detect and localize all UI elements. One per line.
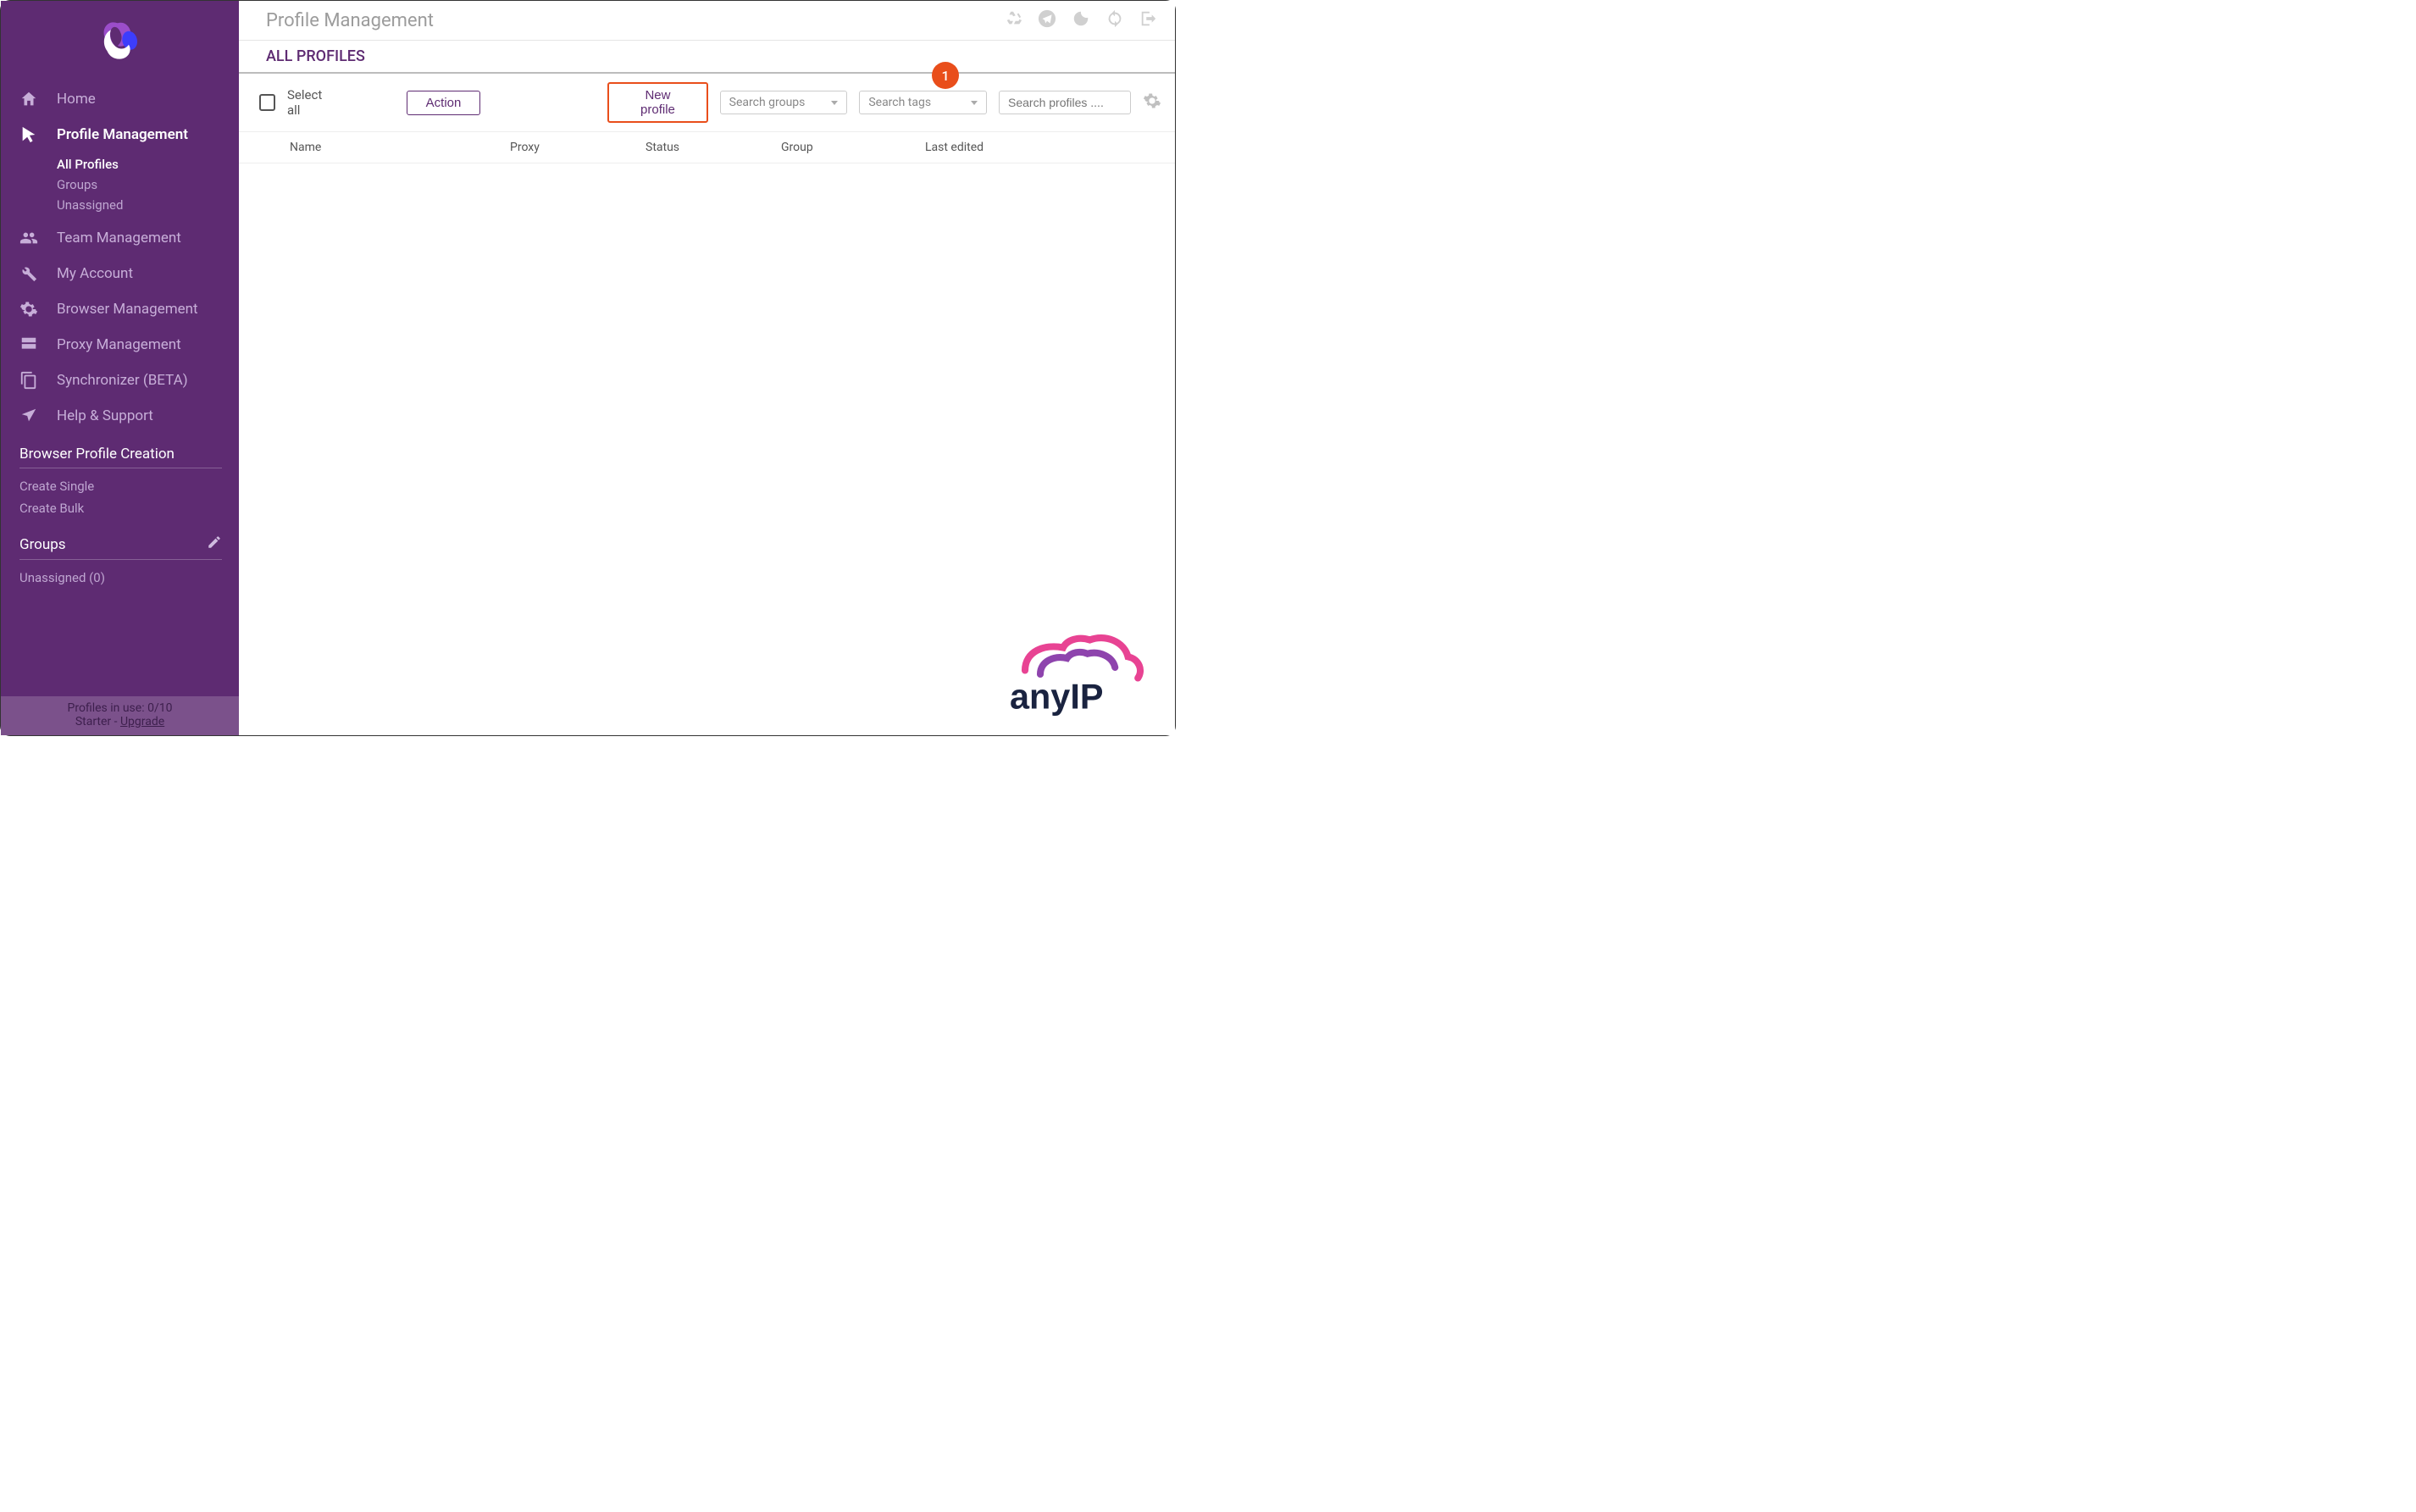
nav-label: Synchronizer (BETA) [57, 372, 188, 389]
logout-icon[interactable] [1139, 9, 1158, 31]
wrench-icon [19, 264, 57, 283]
people-icon [19, 229, 57, 247]
select-all-checkbox[interactable] [259, 94, 275, 111]
nav-label: Team Management [57, 230, 181, 246]
nav-sub-unassigned[interactable]: Unassigned [57, 195, 239, 215]
titlebar: Profile Management [239, 1, 1175, 41]
select-all-label: Select all [287, 87, 335, 118]
nav-synchronizer[interactable]: Synchronizer (BETA) [1, 363, 239, 398]
toolbar: 1 Select all Action New profile Search g… [239, 74, 1175, 131]
nav-label: Help & Support [57, 407, 153, 424]
nav-sub-all-profiles[interactable]: All Profiles [57, 154, 239, 174]
sidebar: Home Profile Management All Profiles Gro… [1, 1, 239, 735]
table-header: Name Proxy Status Group Last edited [239, 131, 1175, 163]
section-title: Groups [19, 534, 222, 560]
nav-help-support[interactable]: Help & Support [1, 398, 239, 434]
nav-label: My Account [57, 265, 133, 282]
search-tags-select[interactable]: Search tags [859, 91, 987, 114]
recycle-icon[interactable] [1004, 9, 1022, 31]
nav-home[interactable]: Home [1, 81, 239, 117]
nav-proxy-management[interactable]: Proxy Management [1, 327, 239, 363]
nav-profile-sub: All Profiles Groups Unassigned [1, 152, 239, 220]
edit-icon[interactable] [207, 534, 222, 554]
new-profile-button[interactable]: New profile [607, 82, 707, 123]
watermark-logo: anyIP [1002, 632, 1155, 720]
nav-profile-management[interactable]: Profile Management [1, 117, 239, 152]
search-groups-select[interactable]: Search groups [720, 91, 848, 114]
nav-my-account[interactable]: My Account [1, 256, 239, 291]
nav-main: Home Profile Management All Profiles Gro… [1, 81, 239, 434]
section-groups: Groups Unassigned (0) [1, 523, 239, 592]
section-title: Browser Profile Creation [19, 446, 222, 468]
group-unassigned[interactable]: Unassigned (0) [19, 567, 222, 589]
nav-label: Profile Management [57, 126, 188, 143]
upgrade-link[interactable]: Upgrade [120, 715, 164, 728]
nav-label: Browser Management [57, 301, 198, 318]
nav-browser-management[interactable]: Browser Management [1, 291, 239, 327]
location-arrow-icon [19, 407, 57, 425]
telegram-icon[interactable] [1038, 9, 1056, 31]
nav-team-management[interactable]: Team Management [1, 220, 239, 256]
app-logo [1, 1, 239, 81]
cursor-icon [19, 125, 57, 144]
gear-icon [19, 300, 57, 318]
select-placeholder: Search tags [868, 96, 931, 109]
svg-text:anyIP: anyIP [1010, 678, 1103, 717]
nav-label: Home [57, 91, 96, 108]
th-status: Status [646, 141, 781, 154]
profiles-in-use-value: 0/10 [147, 701, 172, 715]
copy-icon [19, 371, 57, 390]
refresh-icon[interactable] [1105, 9, 1124, 31]
subheader: ALL PROFILES [239, 41, 1175, 74]
action-button[interactable]: Action [407, 91, 481, 115]
section-profile-creation: Browser Profile Creation Create Single C… [1, 434, 239, 523]
page-title: Profile Management [266, 10, 1004, 31]
moon-icon[interactable] [1072, 9, 1090, 31]
main-content: Profile Management ALL PROFILES 1 Select… [239, 1, 1175, 735]
settings-gear-icon[interactable] [1143, 91, 1161, 114]
th-last-edited: Last edited [925, 141, 1061, 154]
th-group: Group [781, 141, 925, 154]
titlebar-icons [1004, 9, 1158, 31]
profiles-in-use-label: Profiles in use: [68, 701, 148, 715]
select-placeholder: Search groups [729, 96, 806, 109]
sidebar-footer: Profiles in use: 0/10 Starter - Upgrade [1, 696, 239, 735]
search-profiles-input[interactable] [999, 91, 1131, 114]
create-single[interactable]: Create Single [19, 475, 222, 497]
home-icon [19, 90, 57, 108]
section-title-text: Groups [19, 536, 66, 553]
th-proxy: Proxy [510, 141, 646, 154]
plan-label: Starter - [75, 715, 120, 728]
nav-sub-groups[interactable]: Groups [57, 174, 239, 195]
server-icon [19, 335, 57, 354]
step-badge: 1 [932, 62, 959, 89]
section-title-text: Browser Profile Creation [19, 446, 175, 462]
nav-label: Proxy Management [57, 336, 181, 353]
create-bulk[interactable]: Create Bulk [19, 497, 222, 519]
th-name: Name [290, 141, 510, 154]
